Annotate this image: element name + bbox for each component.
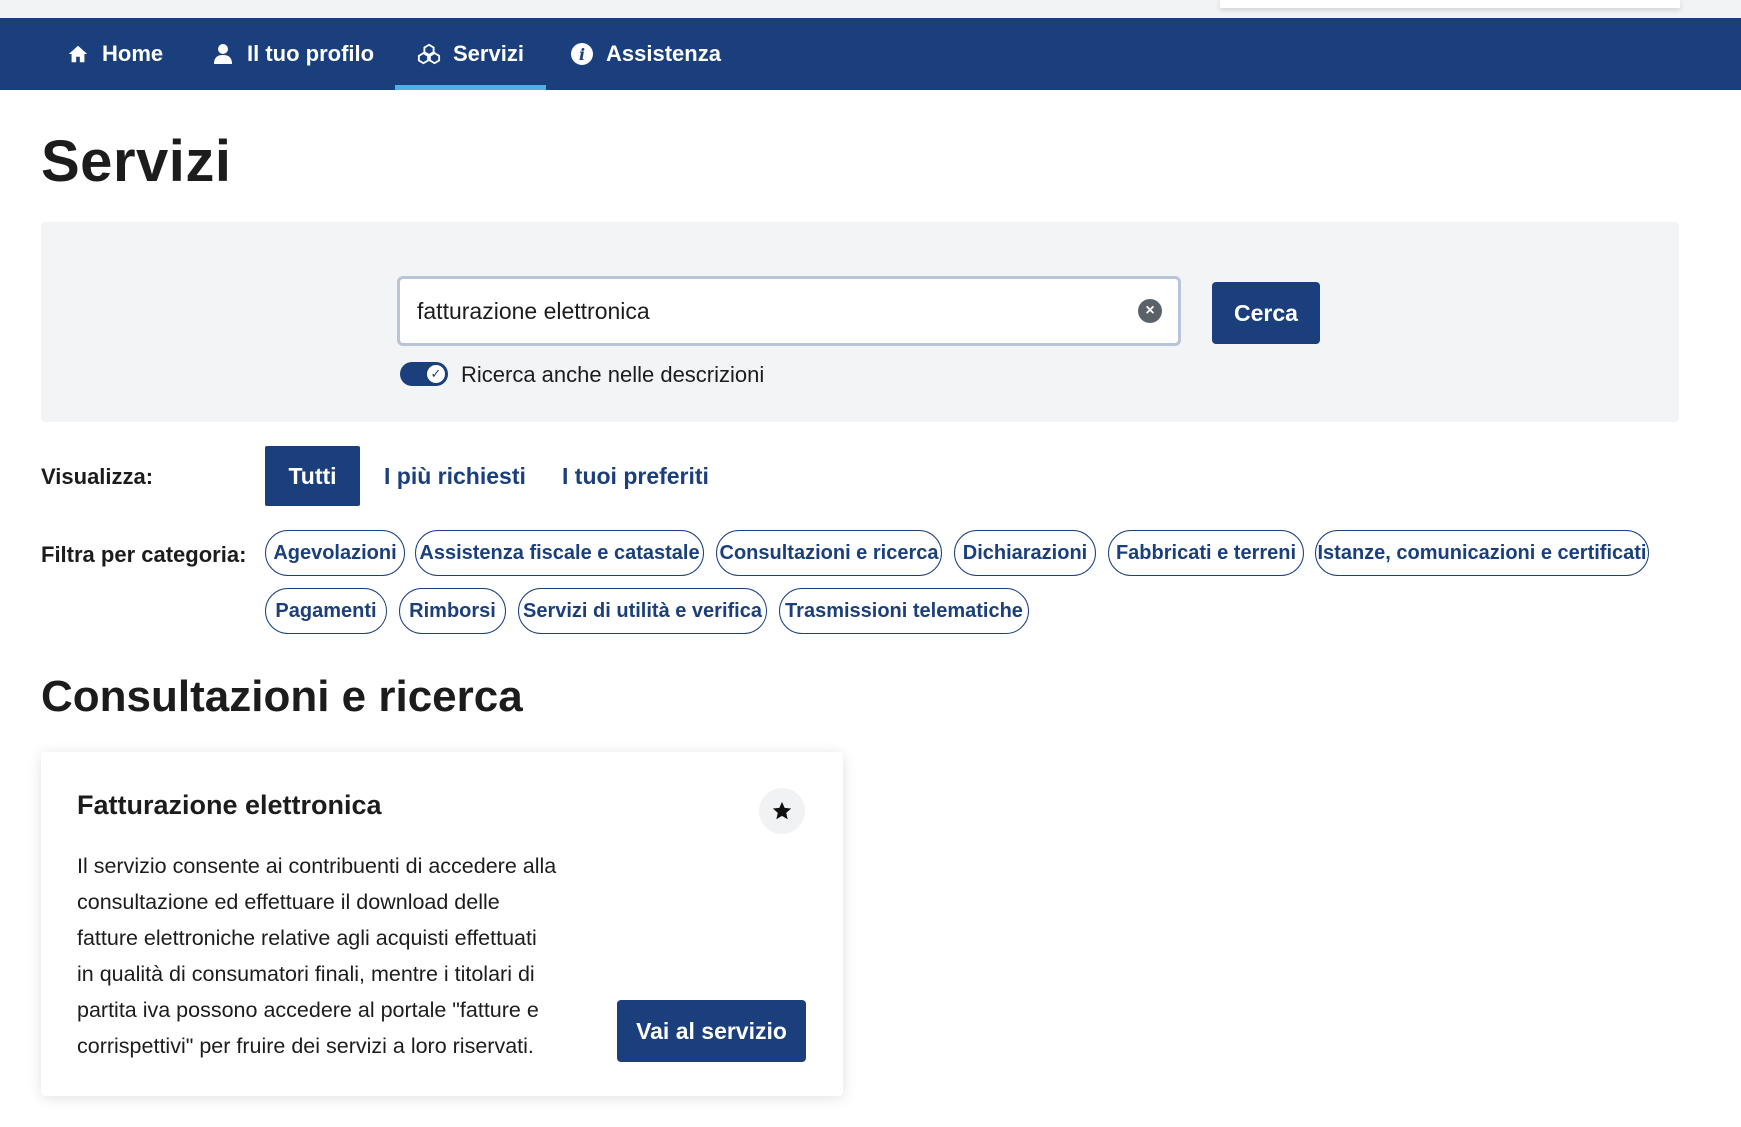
category-chip-istanze[interactable]: Istanze, comunicazioni e certificati <box>1315 530 1649 576</box>
favorite-button[interactable] <box>759 788 805 834</box>
card-description-line: Il servizio consente ai contribuenti di … <box>77 854 557 878</box>
category-chip-trasmissioni[interactable]: Trasmissioni telematiche <box>779 588 1029 634</box>
card-description-line: in qualità di consumatori finali, mentre… <box>77 962 535 986</box>
star-icon <box>772 801 792 820</box>
user-icon <box>211 42 235 66</box>
services-icon <box>417 42 441 66</box>
nav-item-home[interactable]: Home <box>66 18 163 90</box>
category-chip-agevolazioni[interactable]: Agevolazioni <box>265 530 405 576</box>
view-label: Visualizza: <box>41 464 154 489</box>
search-input[interactable] <box>417 279 1117 343</box>
card-description-line: partita iva possono accedere al portale … <box>77 998 539 1022</box>
card-description-line: consultazione ed effettuare il download … <box>77 890 500 914</box>
nav-item-assistenza[interactable]: i Assistenza <box>570 18 721 90</box>
view-tab-favorites[interactable]: I tuoi preferiti <box>538 446 733 506</box>
category-chip-dichiarazioni[interactable]: Dichiarazioni <box>954 530 1096 576</box>
card-description-line: fatture elettroniche relative agli acqui… <box>77 926 537 950</box>
category-chip-assistenza-fiscale[interactable]: Assistenza fiscale e catastale <box>415 530 704 576</box>
page-title: Servizi <box>41 129 232 194</box>
top-strip <box>0 0 1741 18</box>
nav-item-profile[interactable]: Il tuo profilo <box>211 18 374 90</box>
view-tab-all[interactable]: Tutti <box>265 446 360 506</box>
nav-item-servizi[interactable]: Servizi <box>395 18 546 90</box>
filter-label: Filtra per categoria: <box>41 542 247 567</box>
main-navbar: Home Il tuo profilo Servizi i Assistenza <box>0 18 1741 90</box>
nav-item-label: Assistenza <box>606 41 721 66</box>
svg-text:i: i <box>579 45 585 64</box>
search-button[interactable]: Cerca <box>1212 282 1320 344</box>
service-card: Fatturazione elettronica Il servizio con… <box>41 752 843 1096</box>
search-field: × <box>397 276 1181 346</box>
home-icon <box>66 42 90 66</box>
nav-item-label: Servizi <box>453 41 524 66</box>
view-tab-most-requested[interactable]: I più richiesti <box>360 446 550 506</box>
clear-search-icon[interactable]: × <box>1138 299 1162 323</box>
card-title: Fatturazione elettronica <box>77 790 382 820</box>
check-icon: ✓ <box>427 365 445 383</box>
nav-item-label: Home <box>102 41 164 66</box>
info-icon: i <box>570 42 594 66</box>
category-chip-servizi-utilita[interactable]: Servizi di utilità e verifica <box>518 588 767 634</box>
toggle-label: Ricerca anche nelle descrizioni <box>461 362 765 387</box>
category-chip-consultazioni[interactable]: Consultazioni e ricerca <box>716 530 942 576</box>
section-title: Consultazioni e ricerca <box>41 672 523 721</box>
card-description-line: corrispettivi" per fruire dei servizi a … <box>77 1034 534 1058</box>
card-description: Il servizio consente ai contribuenti di … <box>77 848 597 1064</box>
search-panel: × Cerca ✓ Ricerca anche nelle descrizion… <box>41 222 1679 422</box>
go-to-service-button[interactable]: Vai al servizio <box>617 1000 806 1062</box>
header-shadow <box>1220 0 1680 8</box>
category-chip-pagamenti[interactable]: Pagamenti <box>265 588 387 634</box>
description-search-toggle[interactable]: ✓ <box>400 362 448 386</box>
category-chip-fabbricati[interactable]: Fabbricati e terreni <box>1108 530 1304 576</box>
category-chip-rimborsi[interactable]: Rimborsi <box>399 588 506 634</box>
nav-item-label: Il tuo profilo <box>247 41 375 66</box>
